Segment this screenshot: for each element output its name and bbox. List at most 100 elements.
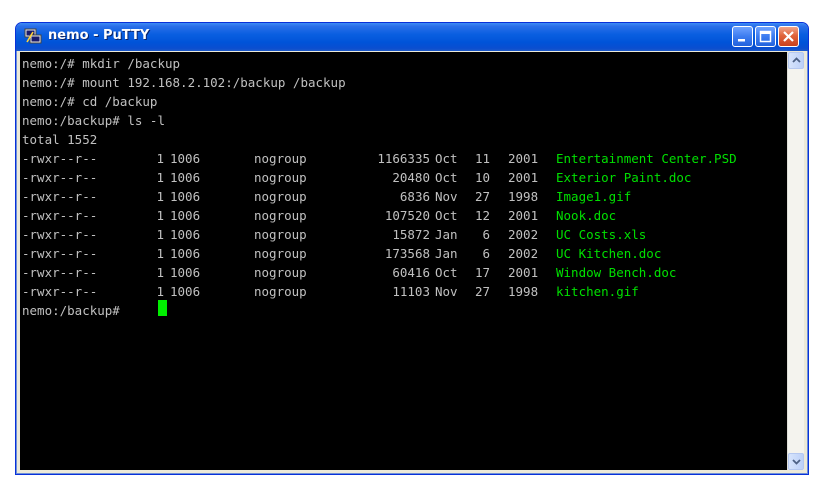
scroll-up-arrow-icon xyxy=(792,57,801,63)
file-permissions: -rwxr--r-- xyxy=(22,265,98,280)
file-year: 2001 xyxy=(508,151,539,166)
file-permissions: -rwxr--r-- xyxy=(22,284,98,299)
file-permissions: -rwxr--r-- xyxy=(22,151,98,166)
command-line: nemo:/# cd /backup xyxy=(22,94,158,109)
listing-row: -rwxr--r-- 1 1006 nogroup 60416 Oct 17 2… xyxy=(20,263,787,282)
file-year: 2002 xyxy=(508,227,539,242)
command-line: nemo:/# mount 192.168.2.102:/backup /bac… xyxy=(22,75,346,90)
file-owner: 1006 xyxy=(170,170,201,185)
total-line: total 1552 xyxy=(22,132,98,147)
file-name: UC Kitchen.doc xyxy=(556,246,662,261)
file-size: 15872 xyxy=(392,227,430,242)
file-owner: 1006 xyxy=(170,246,201,261)
file-size: 20480 xyxy=(392,170,430,185)
file-links: 1 xyxy=(156,227,164,242)
file-group: nogroup xyxy=(254,246,307,261)
scroll-up-button[interactable] xyxy=(788,52,804,69)
window-title: nemo - PuTTY xyxy=(48,28,150,43)
file-month: Oct xyxy=(435,265,458,280)
file-year: 2002 xyxy=(508,246,539,261)
listing-row: -rwxr--r-- 1 1006 nogroup 173568 Jan 6 2… xyxy=(20,244,787,263)
file-group: nogroup xyxy=(254,265,307,280)
file-group: nogroup xyxy=(254,170,307,185)
close-button[interactable] xyxy=(778,26,799,47)
file-group: nogroup xyxy=(254,189,307,204)
file-year: 1998 xyxy=(508,189,539,204)
file-group: nogroup xyxy=(254,151,307,166)
file-size: 173568 xyxy=(384,246,430,261)
file-day: 12 xyxy=(474,208,490,223)
file-size: 1166335 xyxy=(377,151,430,166)
file-month: Oct xyxy=(435,170,458,185)
file-size: 11103 xyxy=(392,284,430,299)
file-month: Nov xyxy=(435,284,458,299)
listing-row: -rwxr--r-- 1 1006 nogroup 20480 Oct 10 2… xyxy=(20,168,787,187)
file-owner: 1006 xyxy=(170,227,201,242)
file-month: Nov xyxy=(435,189,458,204)
file-day: 17 xyxy=(474,265,490,280)
file-year: 2001 xyxy=(508,208,539,223)
file-name: Nook.doc xyxy=(556,208,617,223)
file-year: 2001 xyxy=(508,170,539,185)
file-links: 1 xyxy=(156,170,164,185)
file-links: 1 xyxy=(156,189,164,204)
file-name: kitchen.gif xyxy=(556,284,639,299)
listing-row: -rwxr--r-- 1 1006 nogroup 107520 Oct 12 … xyxy=(20,206,787,225)
terminal-cursor xyxy=(158,300,167,316)
close-icon xyxy=(783,31,794,42)
file-links: 1 xyxy=(156,151,164,166)
file-year: 1998 xyxy=(508,284,539,299)
file-permissions: -rwxr--r-- xyxy=(22,246,98,261)
listing-row: -rwxr--r-- 1 1006 nogroup 11103 Nov 27 1… xyxy=(20,282,787,301)
file-links: 1 xyxy=(156,246,164,261)
file-name: Exterior Paint.doc xyxy=(556,170,692,185)
file-month: Oct xyxy=(435,151,458,166)
scroll-down-arrow-icon xyxy=(792,459,801,465)
terminal-area[interactable]: nemo:/# mkdir /backup nemo:/# mount 192.… xyxy=(20,52,787,470)
file-permissions: -rwxr--r-- xyxy=(22,170,98,185)
file-day: 11 xyxy=(474,151,490,166)
file-permissions: -rwxr--r-- xyxy=(22,208,98,223)
file-permissions: -rwxr--r-- xyxy=(22,189,98,204)
minimize-button[interactable] xyxy=(732,26,753,47)
vertical-scrollbar[interactable] xyxy=(787,52,804,470)
listing-row: -rwxr--r-- 1 1006 nogroup 1166335 Oct 11… xyxy=(20,149,787,168)
file-owner: 1006 xyxy=(170,151,201,166)
file-links: 1 xyxy=(156,284,164,299)
file-day: 27 xyxy=(474,284,490,299)
command-line: nemo:/backup# ls -l xyxy=(22,113,165,128)
listing-row: -rwxr--r-- 1 1006 nogroup 15872 Jan 6 20… xyxy=(20,225,787,244)
file-month: Jan xyxy=(435,246,458,261)
file-month: Oct xyxy=(435,208,458,223)
putty-window: nemo - PuTTY nemo:/# mkdir /backup nemo:… xyxy=(15,22,809,475)
file-group: nogroup xyxy=(254,208,307,223)
file-links: 1 xyxy=(156,265,164,280)
file-day: 27 xyxy=(474,189,490,204)
file-name: Entertainment Center.PSD xyxy=(556,151,737,166)
maximize-button[interactable] xyxy=(755,26,776,47)
file-size: 6836 xyxy=(399,189,430,204)
shell-prompt: nemo:/backup# xyxy=(22,303,120,318)
file-group: nogroup xyxy=(254,227,307,242)
file-permissions: -rwxr--r-- xyxy=(22,227,98,242)
file-size: 60416 xyxy=(392,265,430,280)
title-bar[interactable]: nemo - PuTTY xyxy=(16,23,808,51)
command-line: nemo:/# mkdir /backup xyxy=(22,56,181,71)
file-owner: 1006 xyxy=(170,284,201,299)
file-year: 2001 xyxy=(508,265,539,280)
file-owner: 1006 xyxy=(170,189,201,204)
minimize-icon xyxy=(738,39,745,42)
file-day: 6 xyxy=(482,227,490,242)
listing-row: -rwxr--r-- 1 1006 nogroup 6836 Nov 27 19… xyxy=(20,187,787,206)
file-month: Jan xyxy=(435,227,458,242)
scroll-down-button[interactable] xyxy=(788,453,804,470)
file-name: UC Costs.xls xyxy=(556,227,647,242)
file-size: 107520 xyxy=(384,208,430,223)
file-links: 1 xyxy=(156,208,164,223)
file-day: 6 xyxy=(482,246,490,261)
file-owner: 1006 xyxy=(170,208,201,223)
file-name: Image1.gif xyxy=(556,189,632,204)
file-owner: 1006 xyxy=(170,265,201,280)
file-day: 10 xyxy=(474,170,490,185)
file-name: Window Bench.doc xyxy=(556,265,677,280)
